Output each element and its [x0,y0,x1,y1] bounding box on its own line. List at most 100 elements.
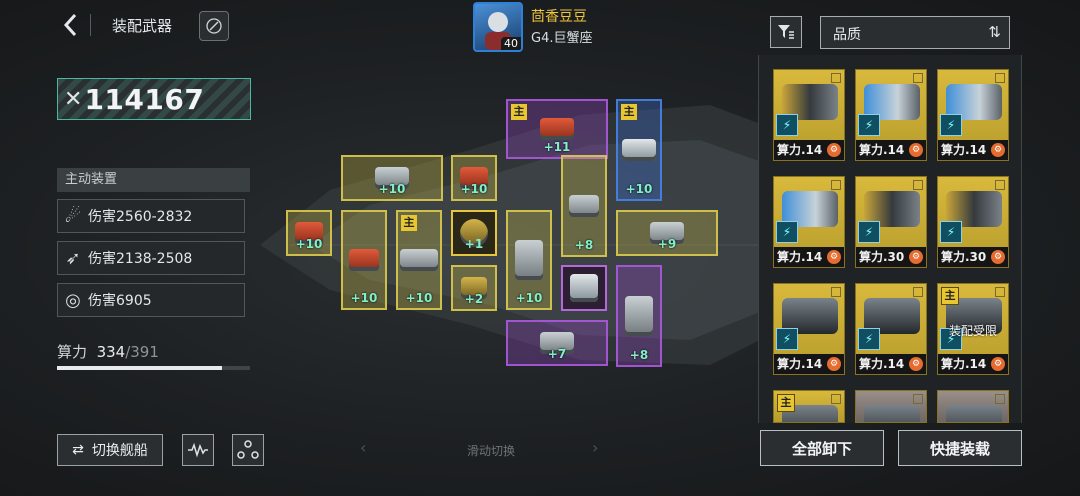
combat-power-value: 114167 [84,82,205,116]
settings-gear-icon: ⚙ [991,250,1005,264]
pen-icon [206,18,222,34]
settings-gear-icon: ⚙ [909,357,923,371]
inventory-card[interactable]: ⚡ 算力.14 ⚙ [855,283,927,375]
unequip-all-label: 全部卸下 [791,439,852,458]
quick-equip-button[interactable]: 快捷装载 [898,430,1022,466]
slot-bonus: +9 [657,237,677,251]
inventory-panel[interactable]: ⚡ 算力.14 ⚙ ⚡ 算力.14 ⚙ ⚡ 算力.14 ⚙ ⚡ 算力.14 ⚙ ⚡ 算力.30 ⚙ ⚡ 算力.3… [758,55,1022,423]
inventory-card[interactable]: ⚡ 算力.14 ⚙ [773,283,845,375]
inventory-card[interactable]: ⚡ 算力.14 ⚙ [773,176,845,268]
weapon-slot[interactable]: +7 [506,320,608,366]
select-checkbox-icon [831,287,841,297]
weapon-slot[interactable]: +10 [341,210,387,310]
settings-gear-icon: ⚙ [991,143,1005,157]
back-arrow-icon[interactable] [58,10,84,40]
main-tag: 主 [941,287,959,305]
filter-icon [778,25,794,39]
player-level: 40 [501,37,521,50]
select-checkbox-icon [913,287,923,297]
skill-row[interactable]: ➶ 伤害2138-2508 [57,241,245,275]
skill-damage: 伤害2138-2508 [88,251,193,267]
select-checkbox-icon [995,394,1005,404]
swipe-right-icon[interactable]: › [592,438,598,457]
filter-button[interactable] [770,16,802,48]
main-tag: 主 [401,215,417,231]
slot-bonus: +8 [574,238,594,252]
inventory-card[interactable]: 主 [773,390,845,423]
weapon-slot[interactable]: +10 [286,210,332,256]
weapon-slot-selected[interactable] [561,265,607,311]
slot-bonus: +10 [405,291,433,305]
sort-label: 品质 [833,27,861,43]
settings-gear-icon: ⚙ [991,357,1005,371]
wave-button[interactable] [182,434,214,466]
inventory-card[interactable]: ⚡ 算力.30 ⚙ [937,176,1009,268]
settings-gear-icon: ⚙ [827,250,841,264]
wave-icon [188,442,208,458]
weapon-type-icon: ⚡ [858,328,880,350]
settings-gear-icon: ⚙ [827,357,841,371]
slot-bonus: +7 [547,347,567,361]
gear-module-icon [570,274,598,302]
sort-order-icon[interactable]: ⇅ [988,23,1001,41]
weapon-slot[interactable]: +2 [451,265,497,311]
select-checkbox-icon [831,180,841,190]
weapon-slot-selected[interactable]: +1 [451,210,497,256]
inventory-card[interactable] [855,390,927,423]
sort-dropdown[interactable]: 品质 ⇅ [820,16,1010,49]
claw-icon: ☄ [64,205,82,227]
rename-button[interactable] [199,11,229,41]
weapon-slot[interactable]: 主 +11 [506,99,608,159]
swipe-left-icon[interactable]: ‹ [360,438,366,457]
weapon-slot[interactable]: 主 +10 [616,99,662,201]
weapon-type-icon: ⚡ [858,221,880,243]
settings-gear-icon: ⚙ [909,143,923,157]
slot-bonus: +8 [629,348,649,362]
select-checkbox-icon [831,394,841,404]
fighter-icon [569,195,599,217]
select-checkbox-icon [995,73,1005,83]
inventory-card[interactable] [937,390,1009,423]
compute-used: 334 [96,343,126,361]
slot-bonus: +10 [625,182,653,196]
ship-name: G4.巨蟹座 [531,31,593,46]
slot-bonus: +1 [464,237,484,251]
weapon-slot[interactable]: +9 [616,210,718,256]
select-checkbox-icon [913,180,923,190]
skill-row[interactable]: ◎ 伤害6905 [57,283,245,317]
settings-gear-icon: ⚙ [827,143,841,157]
inventory-card[interactable]: 主 ⚡ 装配受限 算力.14 ⚙ [937,283,1009,375]
gatling-icon [515,240,543,280]
inventory-card[interactable]: ⚡ 算力.30 ⚙ [855,176,927,268]
weapon-slot[interactable]: +10 [506,210,552,310]
switch-ship-label: 切换舰船 [91,443,148,459]
inventory-card[interactable]: ⚡ 算力.14 ⚙ [937,69,1009,161]
switch-ship-button[interactable]: ⇄ 切换舰船 [57,434,163,466]
compute-bar-fill [57,366,222,370]
main-tag: 主 [511,104,527,120]
slot-bonus: +11 [543,140,571,154]
main-tag: 主 [621,104,637,120]
railgun-icon [622,139,656,161]
swap-icon: ⇄ [72,442,84,458]
compute-label: 算力 [57,343,88,361]
weapon-type-icon: ⚡ [776,114,798,136]
slot-bonus: +10 [460,182,488,196]
gatling-icon [625,296,653,336]
formation-button[interactable] [232,434,264,466]
weapon-slot[interactable]: +8 [616,265,662,367]
weapon-slot[interactable]: +10 [341,155,443,201]
select-checkbox-icon [913,394,923,404]
settings-gear-icon: ⚙ [909,250,923,264]
weapon-type-icon: ⚡ [776,221,798,243]
main-tag: 主 [777,394,795,412]
weapon-slot[interactable]: +10 [451,155,497,201]
skill-row[interactable]: ☄ 伤害2560-2832 [57,199,245,233]
inventory-card[interactable]: ⚡ 算力.14 ⚙ [773,69,845,161]
weapon-slot[interactable]: 主 +10 [396,210,442,310]
unequip-all-button[interactable]: 全部卸下 [760,430,884,466]
player-avatar[interactable]: 40 [473,2,523,52]
weapon-slot[interactable]: +8 [561,155,607,257]
quick-equip-label: 快捷装载 [929,439,990,458]
inventory-card[interactable]: ⚡ 算力.14 ⚙ [855,69,927,161]
